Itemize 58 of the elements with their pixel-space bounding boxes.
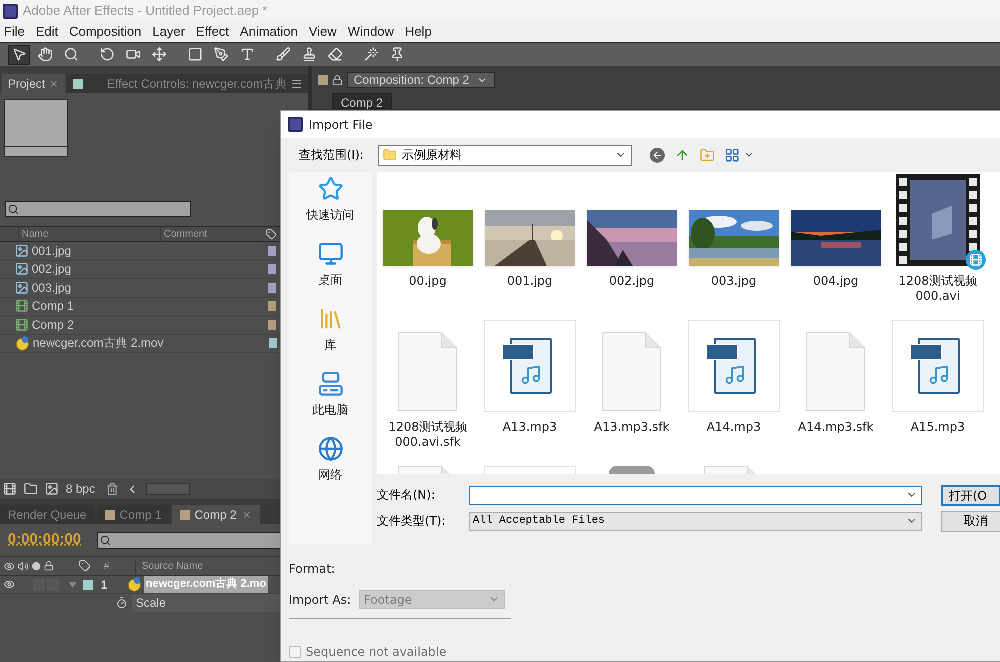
file-name-label: 文件名(N):: [377, 487, 436, 504]
project-item[interactable]: Comp 1: [32, 297, 268, 316]
tab-label: Project: [8, 76, 46, 92]
panel-tab[interactable]: Comp 2: [172, 505, 260, 524]
menu-item[interactable]: Animation: [236, 22, 302, 42]
tab-label: Comp 1: [120, 506, 162, 524]
panel-tab[interactable]: Effect Controls: newcger.com古典: [67, 74, 310, 93]
place-item[interactable]: 快速访问: [306, 206, 354, 224]
composition-tab[interactable]: Comp 2: [332, 93, 392, 109]
tab-label: Effect Controls: newcger.com古典: [107, 76, 288, 92]
file-name[interactable]: 002.jpg: [584, 274, 680, 289]
tab-label: Comp 2: [194, 506, 237, 524]
panel-tab[interactable]: Project: [2, 74, 66, 93]
menu-item[interactable]: Effect: [192, 22, 234, 42]
window-title: Adobe After Effects - Untitled Project.aep *: [23, 2, 268, 20]
place-item[interactable]: 网络: [318, 466, 342, 484]
menu-item[interactable]: Edit: [32, 22, 62, 42]
composition-dropdown[interactable]: Composition: Comp 2: [347, 72, 496, 88]
look-in-dropdown[interactable]: 示例原材料: [378, 144, 632, 166]
project-item[interactable]: 002.jpg: [32, 260, 268, 278]
file-name[interactable]: 1208测试视频000.avi: [890, 274, 986, 304]
menu-item[interactable]: Layer: [148, 22, 190, 42]
file-type-dropdown[interactable]: All Acceptable Files: [469, 512, 922, 530]
cancel-button[interactable]: 取消: [941, 510, 1000, 532]
file-name[interactable]: 003.jpg: [686, 274, 782, 289]
project-item[interactable]: 003.jpg: [32, 278, 268, 297]
format-label: Format:: [289, 561, 336, 578]
project-item[interactable]: 001.jpg: [32, 242, 268, 260]
file-type-label: 文件类型(T):: [377, 513, 447, 530]
sequence-label: Sequence not available: [306, 644, 447, 661]
project-item[interactable]: newcger.com古典 2.mov: [33, 334, 269, 352]
look-in-label: 查找范围(I):: [299, 147, 365, 164]
file-name[interactable]: 001.jpg: [482, 274, 578, 289]
file-name[interactable]: 004.jpg: [788, 274, 884, 289]
file-name[interactable]: 00.jpg: [380, 274, 476, 289]
place-item[interactable]: 此电脑: [312, 401, 348, 419]
dialog-title: Import File: [309, 116, 373, 134]
place-item[interactable]: 库: [324, 336, 336, 354]
place-item[interactable]: 桌面: [318, 271, 342, 289]
column-header[interactable]: #: [104, 558, 126, 574]
menu-item[interactable]: Window: [344, 22, 398, 42]
menu-item[interactable]: Help: [401, 22, 436, 42]
file-name[interactable]: A15.mp3: [890, 420, 986, 435]
menu-item[interactable]: File: [0, 22, 29, 42]
bit-depth-label[interactable]: 8 bpc: [66, 480, 96, 498]
menu-item[interactable]: View: [304, 22, 341, 42]
layer-number: 1: [101, 576, 109, 594]
column-header[interactable]: Source Name: [135, 558, 204, 574]
project-item[interactable]: Comp 2: [32, 316, 268, 334]
open-button[interactable]: 打开(O: [941, 484, 1000, 506]
file-name[interactable]: A14.mp3: [686, 420, 782, 435]
file-name[interactable]: A13.mp3.sfk: [584, 420, 680, 435]
file-name[interactable]: A14.mp3.sfk: [788, 420, 884, 435]
timecode[interactable]: 0:00:00:00: [8, 528, 82, 552]
tab-label: Render Queue: [8, 506, 87, 524]
file-name[interactable]: 1208测试视频000.avi.sfk: [380, 420, 476, 450]
file-name[interactable]: A13.mp3: [482, 420, 578, 435]
menu-item[interactable]: Composition: [65, 22, 146, 42]
